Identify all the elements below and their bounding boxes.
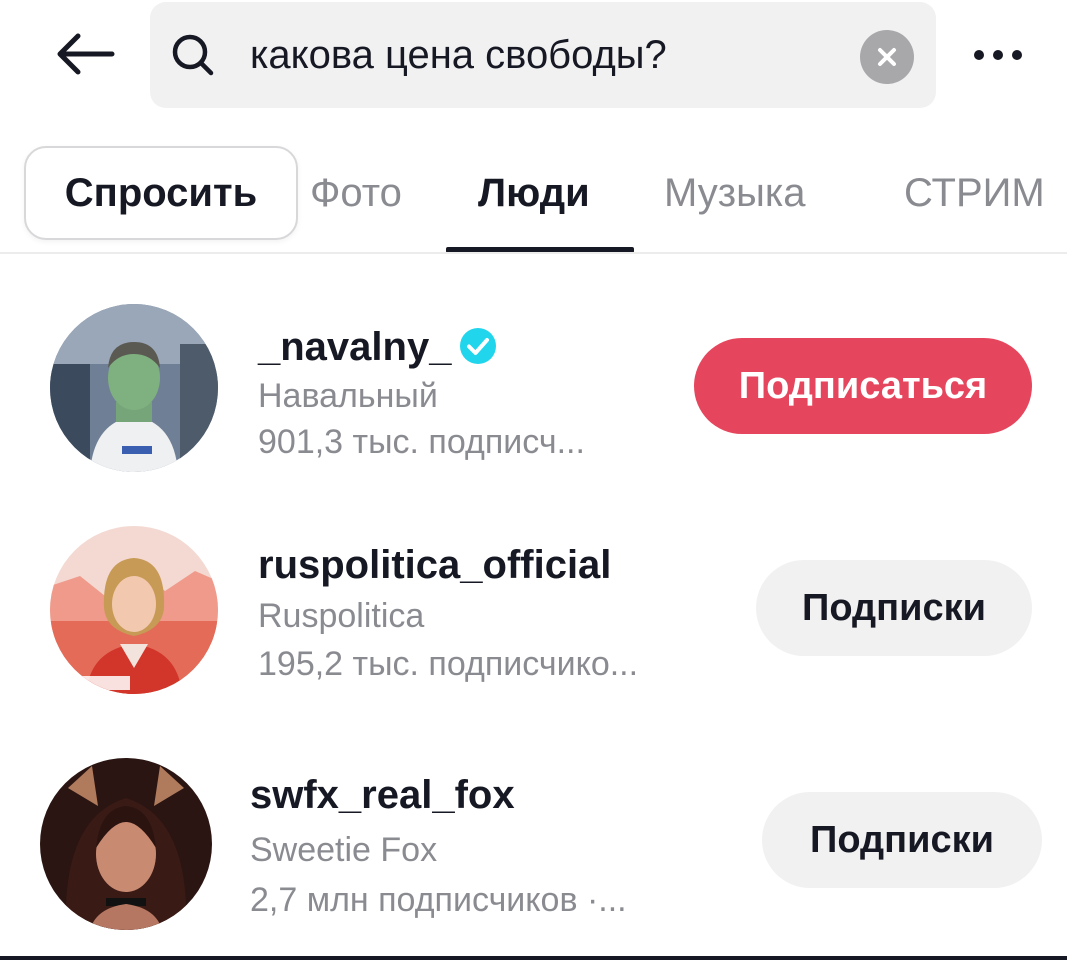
tab-people[interactable]: Люди: [478, 166, 590, 220]
display-name: Навальный: [258, 377, 438, 415]
arrow-left-icon: [57, 33, 115, 75]
display-name: Ruspolitica: [258, 597, 425, 635]
search-input[interactable]: какова цена свободы?: [250, 32, 667, 78]
avatar[interactable]: [40, 758, 212, 930]
user-row[interactable]: ruspolitica_official Ruspolitica 195,2 т…: [0, 520, 1067, 720]
following-button[interactable]: Подписки: [756, 560, 1032, 656]
avatar[interactable]: [50, 304, 218, 472]
more-icon-dot: [1012, 50, 1022, 60]
tab-photo[interactable]: Фото: [310, 166, 402, 220]
avatar-image: [40, 758, 212, 930]
follower-count: 901,3 тыс. подписч...: [258, 423, 585, 461]
more-options-button[interactable]: [958, 30, 1038, 80]
display-name: Sweetie Fox: [250, 831, 438, 869]
username-text: _navalny_: [258, 325, 452, 369]
avatar[interactable]: [50, 526, 218, 694]
avatar-image: [50, 304, 218, 472]
follower-count: 195,2 тыс. подписчико...: [258, 645, 639, 683]
clear-search-button[interactable]: [860, 30, 914, 84]
search-bar[interactable]: какова цена свободы?: [150, 2, 936, 108]
search-icon: [172, 34, 214, 76]
back-button[interactable]: [48, 24, 120, 84]
user-row[interactable]: _navalny_ Навальный 901,3 тыс. подписч..…: [0, 296, 1067, 496]
tab-music[interactable]: Музыка: [664, 166, 805, 220]
bottom-edge: [0, 956, 1067, 960]
clear-icon: [878, 48, 896, 66]
tabs-divider: [0, 252, 1067, 254]
tab-stream[interactable]: СТРИМ: [904, 166, 1045, 220]
follower-count: 2,7 млн подписчиков ·...: [250, 881, 627, 919]
avatar-image: [50, 526, 218, 694]
username[interactable]: ruspolitica_official: [258, 542, 611, 588]
search-results-screen: какова цена свободы? Спросить Фото Люди …: [0, 0, 1067, 960]
verified-badge-icon: [460, 328, 497, 365]
follow-button[interactable]: Подписаться: [694, 338, 1032, 434]
more-icon-dot: [993, 50, 1003, 60]
user-row[interactable]: swfx_real_fox Sweetie Fox 2,7 млн подпис…: [0, 754, 1067, 954]
tab-ask[interactable]: Спросить: [24, 146, 298, 240]
following-button[interactable]: Подписки: [762, 792, 1042, 888]
username[interactable]: _navalny_: [258, 324, 497, 370]
username[interactable]: swfx_real_fox: [250, 772, 515, 818]
more-icon-dot: [974, 50, 984, 60]
